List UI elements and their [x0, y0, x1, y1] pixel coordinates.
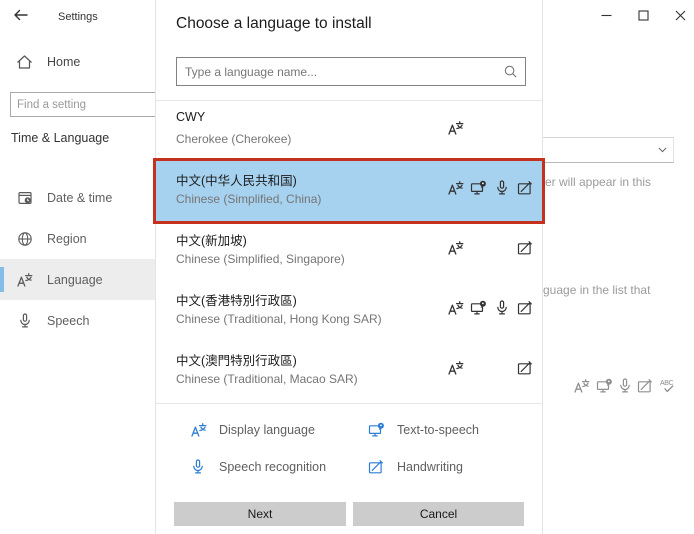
display-language-icon: [573, 378, 590, 394]
language-english-name: Chinese (Traditional, Macao SAR): [176, 372, 358, 386]
text-to-speech-icon: [367, 422, 385, 438]
sidebar-item-home[interactable]: Home: [16, 54, 80, 70]
language-english-name: Cherokee (Cherokee): [176, 132, 292, 146]
language-feature-icons: [444, 120, 536, 136]
background-text-fragment: guage in the list that: [543, 283, 651, 297]
sidebar-section-title: Time & Language: [11, 131, 110, 145]
datetime-icon: [16, 190, 33, 206]
language-row[interactable]: 中文(新加坡) Chinese (Simplified, Singapore): [156, 221, 542, 281]
speech-recognition-icon: [490, 300, 513, 316]
legend-label: Handwriting: [397, 459, 464, 474]
speech-recognition-icon: [16, 312, 33, 329]
settings-sidebar: Settings Home Time & Language Date & tim…: [0, 0, 160, 534]
svg-text:ABC: ABC: [660, 380, 674, 387]
legend-label: Display language: [219, 422, 315, 437]
language-feature-icons: [444, 240, 536, 256]
sidebar-item-language[interactable]: Language: [0, 259, 155, 300]
window-title: Settings: [58, 11, 98, 23]
dialog-title: Choose a language to install: [176, 15, 372, 32]
language-list: CWY Cherokee (Cherokee) 中文(中华人民共和国) Chinese…: [153, 101, 545, 401]
handwriting-icon: [513, 360, 536, 376]
sidebar-home-label: Home: [47, 55, 81, 69]
language-english-name: Chinese (Simplified, Singapore): [176, 252, 345, 266]
language-feature-icons: [444, 360, 536, 376]
speech-recognition-icon: [490, 180, 513, 196]
spellcheck-icon: ABC: [659, 378, 678, 394]
display-language-icon: [444, 240, 467, 256]
feature-legend: Display language Text-to-speech Speech rec…: [156, 403, 542, 494]
display-language-icon: [444, 360, 467, 376]
display-language-icon: [16, 272, 33, 288]
close-button[interactable]: [675, 10, 686, 21]
text-to-speech-icon: [596, 378, 613, 394]
language-row[interactable]: 中文(澳門特別行政區) Chinese (Traditional, Macao S…: [156, 341, 542, 401]
minimize-button[interactable]: [601, 10, 612, 21]
display-language-icon: [444, 120, 467, 136]
chevron-down-icon: [658, 147, 667, 153]
legend-item: Speech recognition: [189, 458, 367, 475]
handwriting-icon: [637, 378, 653, 394]
language-row[interactable]: 中文(中华人民共和国) Chinese (Simplified, China): [153, 158, 545, 224]
language-english-name: Chinese (Traditional, Hong Kong SAR): [176, 312, 382, 326]
search-icon: [504, 65, 517, 78]
legend-item: Handwriting: [367, 459, 479, 475]
language-native-name: CWY: [176, 110, 206, 124]
legend-item: Text-to-speech: [367, 422, 479, 438]
region-icon: [16, 231, 33, 247]
display-language-icon: [444, 300, 467, 316]
cancel-button[interactable]: Cancel: [353, 502, 524, 526]
language-search-input[interactable]: [176, 57, 526, 86]
speech-recognition-icon: [189, 458, 207, 475]
text-to-speech-icon: [467, 180, 490, 196]
window-controls: [601, 10, 686, 21]
language-native-name: 中文(新加坡): [176, 234, 247, 248]
sidebar-item-label: Speech: [47, 313, 90, 328]
language-feature-icons: [444, 180, 536, 196]
back-arrow-icon[interactable]: [13, 7, 29, 23]
language-native-name: 中文(中华人民共和国): [176, 174, 297, 188]
legend-label: Text-to-speech: [397, 422, 479, 437]
sidebar-nav: Date & time Region Language Speech: [0, 177, 155, 341]
windows-display-language-dropdown[interactable]: [543, 137, 674, 163]
language-row[interactable]: 中文(香港特別行政區) Chinese (Traditional, Hong Ko…: [156, 281, 542, 341]
sidebar-item-region[interactable]: Region: [0, 218, 155, 259]
sidebar-item-date-time[interactable]: Date & time: [0, 177, 155, 218]
handwriting-icon: [367, 459, 385, 475]
sidebar-item-label: Region: [47, 231, 87, 246]
legend-item: Display language: [189, 422, 367, 438]
language-row[interactable]: CWY Cherokee (Cherokee): [156, 101, 542, 161]
background-text-fragment: er will appear in this: [545, 175, 652, 189]
handwriting-icon: [513, 180, 536, 196]
sidebar-item-label: Language: [47, 272, 103, 287]
find-a-setting-input[interactable]: [10, 92, 160, 117]
home-icon: [16, 54, 33, 70]
handwriting-icon: [513, 300, 536, 316]
handwriting-icon: [513, 240, 536, 256]
maximize-button[interactable]: [638, 10, 649, 21]
language-english-name: Chinese (Simplified, China): [176, 192, 322, 206]
choose-language-dialog: Choose a language to install CWY Cherokee…: [153, 0, 545, 534]
display-language-icon: [444, 180, 467, 196]
speech-recognition-icon: [619, 378, 631, 394]
text-to-speech-icon: [467, 300, 490, 316]
language-feature-icons: [444, 300, 536, 316]
language-native-name: 中文(香港特別行政區): [176, 294, 297, 308]
next-button[interactable]: Next: [174, 502, 346, 526]
legend-label: Speech recognition: [219, 459, 327, 474]
language-feature-icons-row: ABC: [573, 378, 678, 394]
language-native-name: 中文(澳門特別行政區): [176, 354, 297, 368]
sidebar-item-speech[interactable]: Speech: [0, 300, 155, 341]
sidebar-item-label: Date & time: [47, 190, 113, 205]
display-language-icon: [189, 422, 207, 438]
